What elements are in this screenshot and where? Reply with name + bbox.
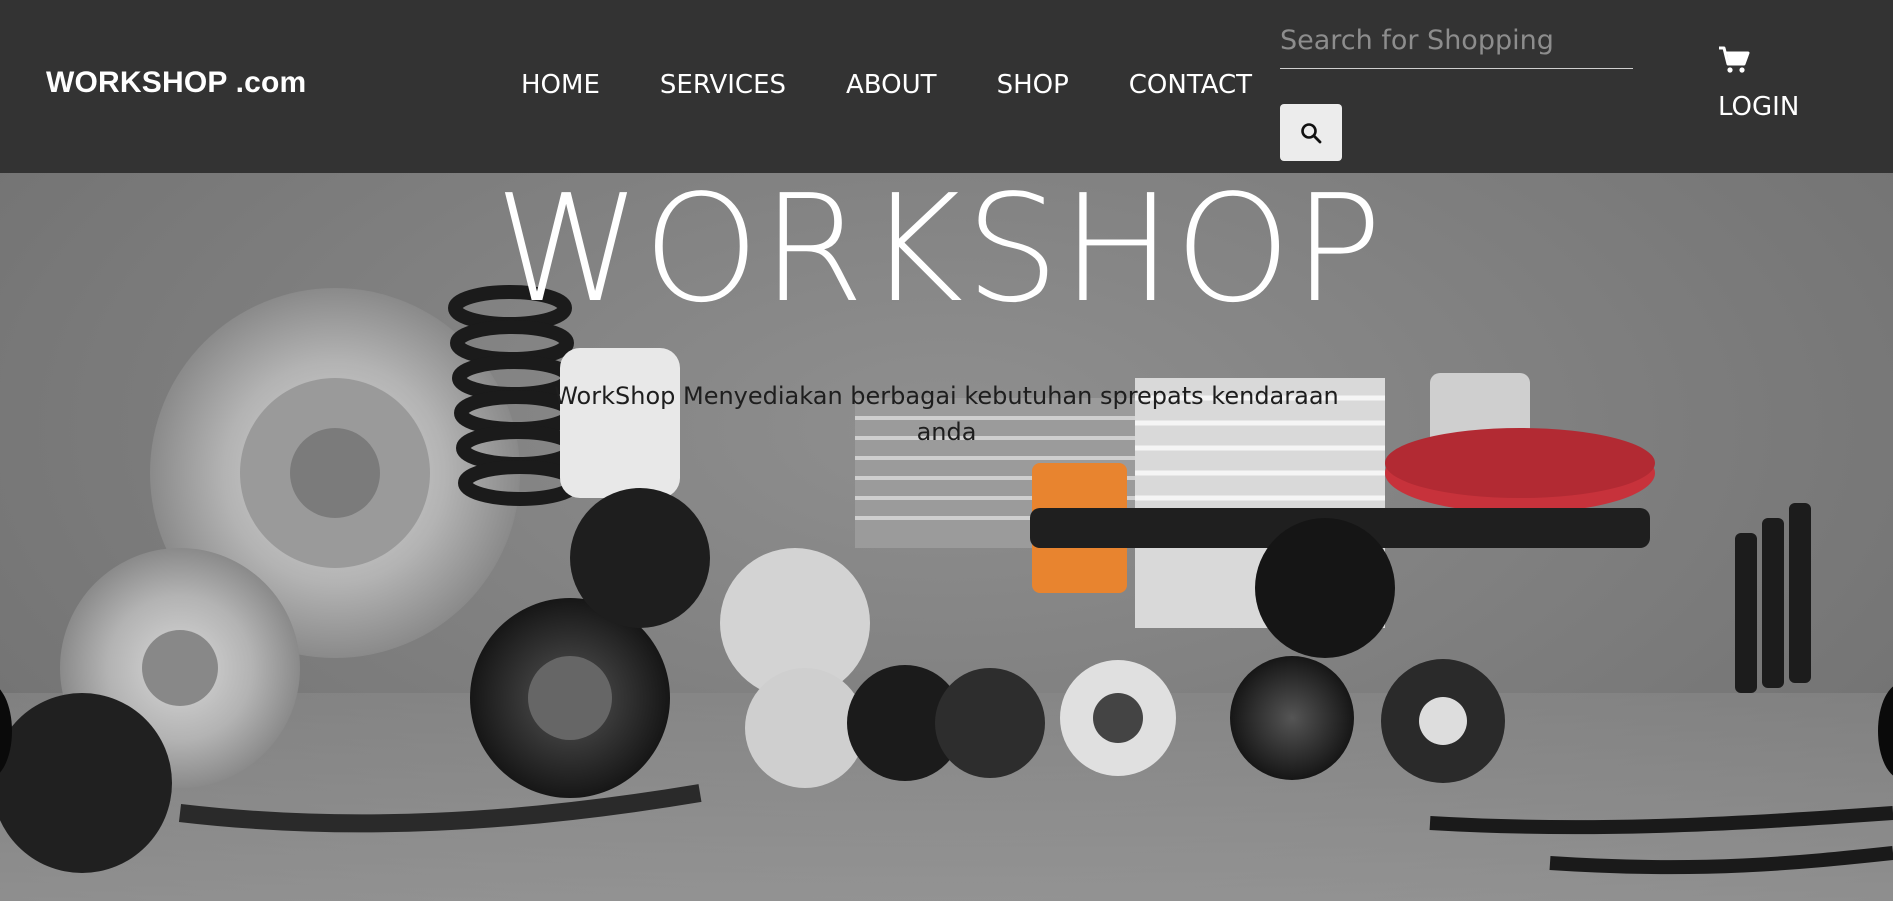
cart-icon[interactable] [1718, 46, 1750, 74]
hero-banner: WORKSHOP WorkShop Menyediakan berbagai k… [0, 173, 1893, 901]
nav-contact[interactable]: CONTACT [1129, 68, 1252, 102]
search-button[interactable] [1280, 104, 1342, 161]
search-input[interactable] [1280, 12, 1633, 69]
brand-logo[interactable]: WORKSHOP .com [46, 66, 306, 100]
nav-home[interactable]: HOME [521, 68, 600, 102]
nav-about[interactable]: ABOUT [846, 68, 937, 102]
login-link[interactable]: LOGIN [1718, 92, 1799, 122]
nav-services[interactable]: SERVICES [660, 68, 786, 102]
hero-title: WORKSHOP [494, 173, 1385, 335]
hero-subtitle: WorkShop Menyediakan berbagai kebutuhan … [554, 382, 1339, 446]
main-nav: HOME SERVICES ABOUT SHOP CONTACT [521, 68, 1252, 102]
nav-shop[interactable]: SHOP [997, 68, 1069, 102]
navbar: WORKSHOP .com HOME SERVICES ABOUT SHOP C… [0, 0, 1893, 173]
search-icon [1301, 122, 1322, 143]
